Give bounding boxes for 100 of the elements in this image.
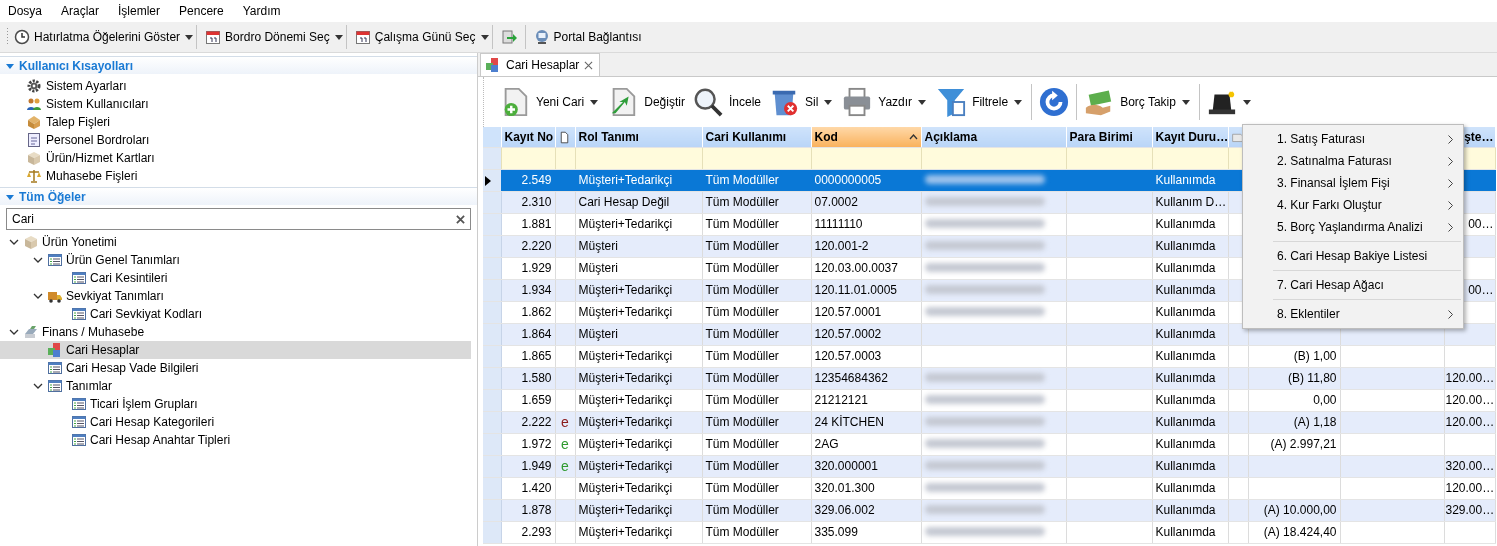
- shortcut-link[interactable]: Sistem Ayarları: [0, 77, 477, 95]
- toolbar-button[interactable]: Borç Takip: [1080, 82, 1180, 122]
- section-header[interactable]: Tüm Öğeler: [0, 187, 477, 205]
- dropdown-caret-icon[interactable]: [334, 34, 343, 40]
- column-header[interactable]: Kayıt Duru…: [1152, 127, 1228, 147]
- tree-item[interactable]: Cari Sevkiyat Kodları: [0, 305, 471, 323]
- table-cell: Kullanımda: [1152, 521, 1228, 543]
- box-icon: [26, 150, 42, 166]
- search-field[interactable]: Cari: [6, 208, 471, 230]
- column-header[interactable]: Rol Tanımı: [575, 127, 702, 147]
- menu-item[interactable]: 2. Satınalma Faturası: [1243, 150, 1463, 172]
- tree-item[interactable]: Ticari İşlem Grupları: [0, 395, 471, 413]
- package-icon: [26, 114, 42, 130]
- table-cell: Müşteri+Tedarikçi: [575, 301, 702, 323]
- table-cell: Müşteri+Tedarikçi: [575, 389, 702, 411]
- dropdown-caret-icon[interactable]: [1242, 99, 1251, 105]
- shortcut-link[interactable]: Muhasebe Fişleri: [0, 167, 477, 185]
- tree-item[interactable]: Cari Kesintileri: [0, 269, 471, 287]
- table-cell: Müşteri+Tedarikçi: [575, 345, 702, 367]
- column-header[interactable]: Para Birimi: [1066, 127, 1152, 147]
- shortcut-link[interactable]: Ürün/Hizmet Kartları: [0, 149, 477, 167]
- tree-item[interactable]: Cari Hesap Kategorileri: [0, 413, 471, 431]
- tree-item[interactable]: Ürün Yonetimi: [0, 233, 471, 251]
- toolbar-button[interactable]: Portal Bağlantısı: [528, 24, 647, 50]
- dropdown-caret-icon[interactable]: [590, 99, 599, 105]
- dropdown-caret-icon[interactable]: [824, 99, 833, 105]
- tab[interactable]: Cari Hesaplar: [480, 53, 601, 76]
- shortcut-link[interactable]: Personel Bordroları: [0, 131, 477, 149]
- gear-icon: [26, 78, 42, 94]
- tree-item[interactable]: Cari Hesap Vade Bilgileri: [0, 359, 471, 377]
- cubes-icon: [47, 342, 63, 358]
- toolbar-button[interactable]: Yeni Cari: [496, 82, 589, 122]
- toolbar-button[interactable]: Sil: [765, 82, 823, 122]
- menu-item[interactable]: Yardım: [240, 2, 283, 20]
- toolbar-button[interactable]: Yazdır: [838, 82, 917, 122]
- dropdown-caret-icon[interactable]: [480, 34, 489, 40]
- menu-item[interactable]: İşlemler: [116, 2, 163, 20]
- status-letter: e: [561, 435, 569, 452]
- cubes-icon: [485, 57, 501, 73]
- menu-item[interactable]: 4. Kur Farkı Oluştur: [1243, 194, 1463, 216]
- table-cell: 120.00…: [1444, 389, 1495, 411]
- shortcut-link[interactable]: Sistem Kullanıcıları: [0, 95, 477, 113]
- collapse-arrow-icon[interactable]: [6, 192, 14, 201]
- table-cell: (A) 2.997,21: [1248, 433, 1340, 455]
- menu-item[interactable]: Dosya: [6, 2, 44, 20]
- dropdown-caret-icon[interactable]: [1014, 99, 1023, 105]
- dropdown-caret-icon[interactable]: [1181, 99, 1190, 105]
- tree-item[interactable]: Ürün Genel Tanımları: [0, 251, 471, 269]
- collapse-arrow-icon[interactable]: [6, 61, 14, 70]
- column-header[interactable]: Kod: [811, 127, 921, 147]
- tree-item[interactable]: Finans / Muhasebe: [0, 323, 471, 341]
- toolbar-button[interactable]: Çalışma Günü Seç: [349, 24, 481, 50]
- table-cell: Tüm Modüller: [702, 521, 811, 543]
- status-letter: e: [561, 457, 569, 474]
- table-cell: 120.00…: [1444, 477, 1495, 499]
- calendar-icon: [205, 29, 222, 45]
- sort-ascending-icon[interactable]: [908, 133, 918, 140]
- scale-icon: [26, 168, 42, 184]
- filter-icon: [936, 87, 967, 117]
- refresh-icon: [1039, 87, 1070, 117]
- toolbar-button[interactable]: Hatırlatma Öğelerini Göster: [9, 24, 186, 50]
- tree-item[interactable]: Cari Hesaplar: [0, 341, 471, 359]
- table-cell: (A) 18.424,40: [1248, 521, 1340, 543]
- tree-item[interactable]: Cari Hesap Anahtar Tipleri: [0, 431, 471, 449]
- close-icon[interactable]: [584, 60, 594, 70]
- tree-item[interactable]: Tanımlar: [0, 377, 471, 395]
- menu-item[interactable]: 8. Eklentiler: [1243, 303, 1463, 325]
- table-cell: Müşteri+Tedarikçi: [575, 213, 702, 235]
- clock-icon: [14, 29, 30, 45]
- menu-item[interactable]: 3. Finansal İşlem Fişi: [1243, 172, 1463, 194]
- section-header[interactable]: Kullanıcı Kısayolları: [0, 56, 477, 74]
- shortcut-link[interactable]: Talep Fişleri: [0, 113, 477, 131]
- table-cell: 1.420: [501, 477, 555, 499]
- current-row-indicator-icon: [485, 175, 491, 186]
- toolbar-button[interactable]: Bordro Dönemi Seç: [200, 24, 335, 50]
- printer-icon: [842, 87, 873, 117]
- toolbar-grip: [6, 27, 9, 47]
- dropdown-caret-icon[interactable]: [918, 99, 927, 105]
- dropdown-caret-icon[interactable]: [185, 34, 194, 40]
- table-cell: Kullanımda: [1152, 301, 1228, 323]
- column-header[interactable]: Kayıt No: [501, 127, 555, 147]
- table-cell: Müşteri: [575, 257, 702, 279]
- menu-item[interactable]: Araçlar: [59, 2, 102, 20]
- table-cell: 1.929: [501, 257, 555, 279]
- menu-item[interactable]: Pencere: [177, 2, 226, 20]
- toolbar-button[interactable]: Filtrele: [932, 82, 1013, 122]
- toolbar-button[interactable]: Değiştir: [604, 82, 689, 122]
- search-icon: [692, 87, 723, 117]
- table-cell: 21212121: [811, 389, 921, 411]
- table-cell: 1.881: [501, 213, 555, 235]
- toolbar-button[interactable]: İncele: [688, 82, 765, 122]
- table-cell: Kullanımda: [1152, 389, 1228, 411]
- column-header[interactable]: Açıklama: [921, 127, 1066, 147]
- clear-icon[interactable]: [456, 215, 465, 224]
- column-header[interactable]: Cari Kullanımı: [702, 127, 811, 147]
- table-cell: (B) 1,00: [1248, 345, 1340, 367]
- list-icon: [71, 396, 87, 412]
- list-icon: [47, 360, 63, 376]
- menu-item[interactable]: 6. Cari Hesap Bakiye Listesi: [1243, 245, 1463, 267]
- tree-item[interactable]: Sevkiyat Tanımları: [0, 287, 471, 305]
